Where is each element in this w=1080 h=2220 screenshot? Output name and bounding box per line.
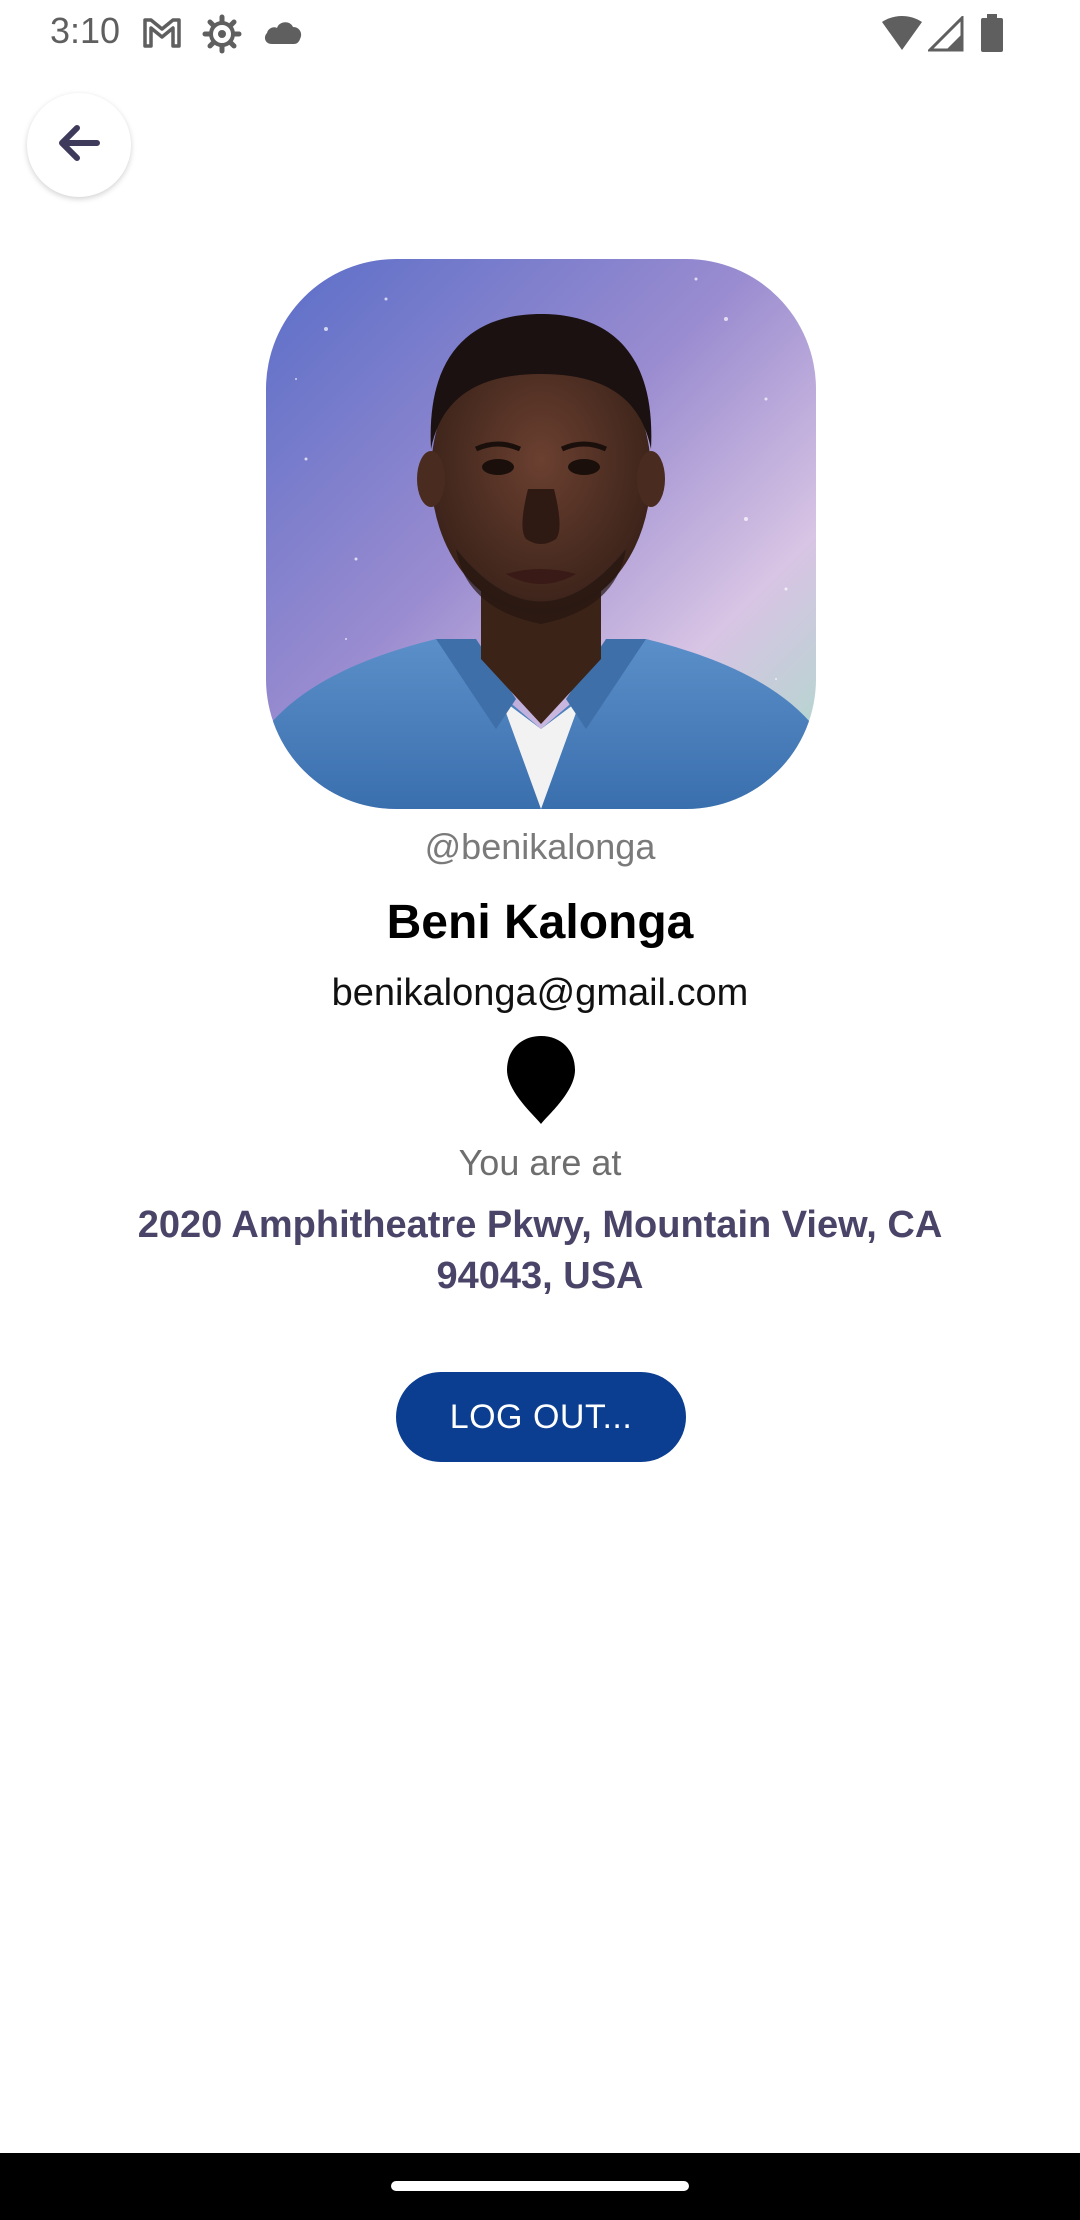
status-bar: 3:10 <box>0 0 1080 64</box>
arrow-left-icon <box>51 115 107 176</box>
back-button[interactable] <box>27 93 131 197</box>
settings-icon <box>202 14 242 59</box>
username: @benikalonga <box>424 826 656 867</box>
cloud-icon <box>262 18 304 51</box>
navigation-bar <box>0 2153 1080 2220</box>
location-pin-icon <box>505 1034 577 1126</box>
wifi-icon <box>880 16 924 57</box>
battery-icon <box>980 14 1004 57</box>
email: benikalonga@gmail.com <box>331 972 749 1014</box>
logout-button[interactable]: LOG OUT... <box>396 1372 686 1462</box>
avatar <box>266 259 816 809</box>
home-gesture-handle[interactable] <box>391 2181 689 2191</box>
address: 2020 Amphitheatre Pkwy, Mountain View, C… <box>137 1204 943 1297</box>
full-name: Beni Kalonga <box>386 896 694 949</box>
gmail-icon <box>142 14 182 55</box>
cellular-signal-icon <box>926 14 964 57</box>
status-time: 3:10 <box>50 10 121 51</box>
location-label: You are at <box>458 1142 622 1183</box>
